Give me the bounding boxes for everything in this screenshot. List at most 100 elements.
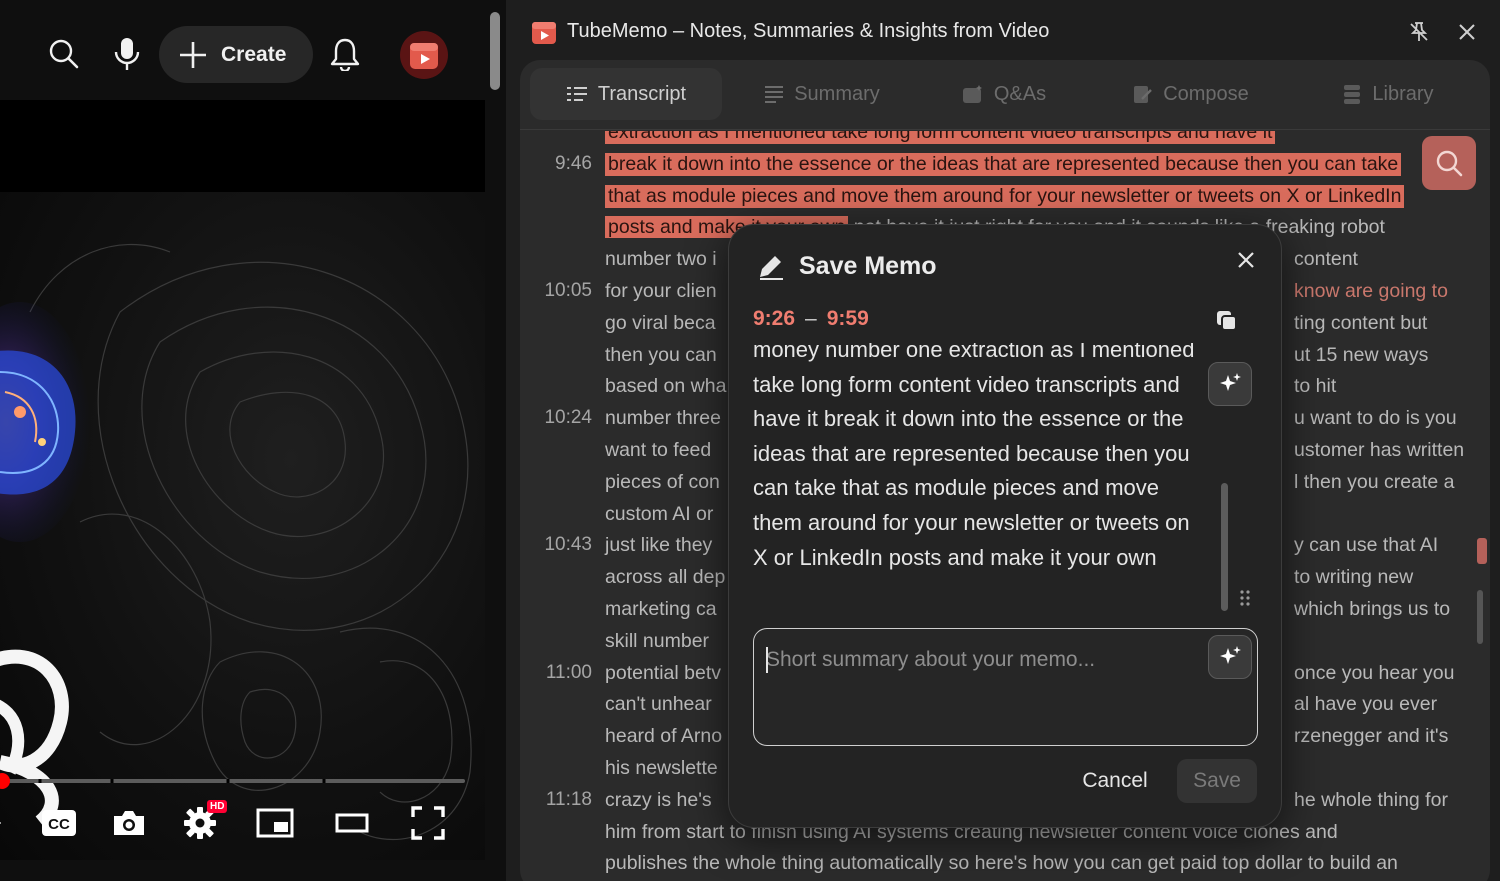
transcript-timestamp[interactable]: 11:00 bbox=[520, 662, 592, 684]
miniplayer-icon[interactable] bbox=[254, 800, 296, 846]
transcript-line[interactable]: publishes the whole thing automatically … bbox=[520, 848, 1490, 880]
page-scrollbar[interactable] bbox=[490, 12, 500, 90]
bell-icon[interactable] bbox=[325, 34, 365, 74]
memo-summary-input[interactable] bbox=[766, 645, 1196, 675]
sparkle-icon bbox=[1220, 373, 1241, 391]
theater-icon[interactable] bbox=[332, 800, 372, 846]
transcript-text-right: al have you ever bbox=[1294, 693, 1438, 716]
pencil-icon bbox=[760, 256, 783, 280]
save-memo-dialog: Save Memo 9:26 – 9:59 money number one e… bbox=[728, 224, 1282, 828]
next-icon[interactable] bbox=[0, 800, 6, 846]
transcript-text-right: u want to do is you bbox=[1294, 407, 1457, 430]
transcript-text: number three bbox=[605, 407, 721, 430]
memo-start-time[interactable]: 9:26 bbox=[753, 307, 795, 331]
brain-graphic bbox=[0, 302, 90, 542]
transcript-text: then you can bbox=[605, 343, 717, 366]
transcript-text-right: rzenegger and it's bbox=[1294, 725, 1449, 748]
transcript-text: can't unhear bbox=[605, 693, 712, 716]
tab-qas[interactable]: Q&As bbox=[940, 68, 1068, 120]
transcript-text: skill number bbox=[605, 629, 710, 652]
transcript-text-right: which brings us to bbox=[1294, 598, 1451, 620]
transcript-text: want to feed bbox=[605, 439, 712, 461]
panel-tabs: Transcript Summary Q&As Compose Library bbox=[520, 60, 1490, 130]
memo-time-range: 9:26 – 9:59 bbox=[753, 307, 869, 331]
transcript-text-right: know are going to bbox=[1294, 280, 1448, 302]
transcript-text: potential betv bbox=[605, 661, 722, 684]
mic-icon[interactable] bbox=[107, 34, 147, 74]
video-progress-bar[interactable] bbox=[0, 779, 465, 783]
tab-library[interactable]: Library bbox=[1326, 68, 1450, 120]
ai-summary-button[interactable] bbox=[1208, 635, 1252, 679]
transcript-timestamp[interactable]: 11:18 bbox=[520, 789, 592, 811]
create-label: Create bbox=[221, 42, 287, 66]
library-icon bbox=[1344, 85, 1361, 104]
avatar[interactable] bbox=[400, 31, 448, 79]
cancel-button[interactable]: Cancel bbox=[1069, 759, 1161, 803]
transcript-timestamp[interactable]: 10:05 bbox=[520, 280, 592, 302]
transcript-text-right: he whole thing for bbox=[1294, 788, 1448, 811]
text-caret bbox=[766, 647, 768, 673]
transcript-timestamp[interactable]: 10:24 bbox=[520, 407, 592, 429]
transcript-text: for your clien bbox=[605, 280, 717, 302]
tab-label: Summary bbox=[794, 82, 880, 105]
transcript-line[interactable]: 9:46 break it down into the essence or th… bbox=[520, 149, 1490, 181]
memo-text-scrollbar[interactable] bbox=[1221, 483, 1228, 611]
search-icon[interactable] bbox=[44, 34, 84, 74]
transcript-text-right: y can use that AI bbox=[1294, 534, 1439, 557]
transcript-scrollbar[interactable] bbox=[1477, 590, 1483, 644]
tab-compose[interactable]: Compose bbox=[1118, 68, 1264, 120]
tab-transcript[interactable]: Transcript bbox=[530, 68, 722, 120]
memo-end-time[interactable]: 9:59 bbox=[827, 307, 869, 331]
summary-icon bbox=[765, 86, 784, 103]
transcript-text-right: content bbox=[1294, 248, 1358, 271]
save-button[interactable]: Save bbox=[1177, 759, 1257, 803]
camera-icon[interactable] bbox=[110, 800, 148, 846]
panel-titlebar: TubeMemo – Notes, Summaries & Insights f… bbox=[506, 0, 1500, 62]
video-frame[interactable] bbox=[0, 100, 485, 860]
transcript-text: heard of Arno bbox=[605, 725, 723, 748]
memo-transcript-text[interactable]: money number one extraction as I mention… bbox=[753, 343, 1203, 615]
memo-position-marker[interactable] bbox=[1477, 538, 1487, 564]
hd-badge: HD bbox=[207, 800, 228, 813]
tab-label: Q&As bbox=[993, 82, 1047, 105]
transcript-text: number two i bbox=[605, 248, 717, 271]
unpin-icon[interactable] bbox=[1408, 21, 1430, 43]
youtube-player-area: Create CC HD bbox=[0, 0, 505, 881]
transcript-timestamp[interactable]: 10:43 bbox=[520, 534, 592, 556]
transcript-text-right: ut 15 new ways bbox=[1294, 343, 1429, 366]
tab-summary[interactable]: Summary bbox=[742, 68, 902, 120]
tab-label: Transcript bbox=[597, 82, 687, 105]
transcript-text: just like they bbox=[605, 534, 713, 557]
panel-title: TubeMemo – Notes, Summaries & Insights f… bbox=[567, 20, 1050, 42]
tab-label: Compose bbox=[1163, 82, 1249, 105]
dialog-close-icon[interactable] bbox=[1233, 247, 1259, 273]
transcript-text: across all dep bbox=[605, 566, 726, 589]
compose-icon bbox=[1134, 86, 1153, 103]
fullscreen-icon[interactable] bbox=[408, 800, 448, 846]
tab-label: Library bbox=[1372, 82, 1434, 105]
transcript-search-button[interactable] bbox=[1422, 136, 1476, 190]
qa-icon bbox=[962, 85, 982, 103]
transcript-text: based on wha bbox=[605, 375, 727, 398]
transcript-line[interactable]: extraction as I mentioned take long form… bbox=[520, 131, 1490, 149]
transcript-timestamp[interactable]: 9:46 bbox=[520, 153, 592, 175]
transcript-line[interactable]: that as module pieces and move them arou… bbox=[520, 181, 1490, 213]
cc-icon[interactable]: CC bbox=[40, 800, 78, 846]
resize-grip-icon[interactable] bbox=[1239, 589, 1251, 607]
summary-field-box bbox=[753, 628, 1258, 746]
transcript-text: publishes the whole thing automatically … bbox=[605, 852, 1398, 875]
transcript-text: custom AI or bbox=[605, 502, 714, 525]
create-button[interactable]: Create bbox=[159, 26, 313, 83]
tubememo-logo-icon bbox=[532, 22, 556, 44]
transcript-text-right: ting content but bbox=[1294, 311, 1428, 334]
transcript-icon bbox=[566, 87, 587, 101]
transcript-text-right: once you hear you bbox=[1294, 661, 1455, 684]
transcript-text: extraction as I mentioned take long form… bbox=[605, 131, 1276, 144]
transcript-text: crazy is he's bbox=[605, 788, 712, 811]
ai-sparkle-button[interactable] bbox=[1208, 362, 1252, 406]
close-icon[interactable] bbox=[1456, 21, 1478, 43]
transcript-text: go viral beca bbox=[605, 311, 716, 334]
copy-icon[interactable] bbox=[1213, 307, 1241, 335]
transcript-text: pieces of con bbox=[605, 470, 720, 493]
search-icon bbox=[1436, 150, 1463, 177]
